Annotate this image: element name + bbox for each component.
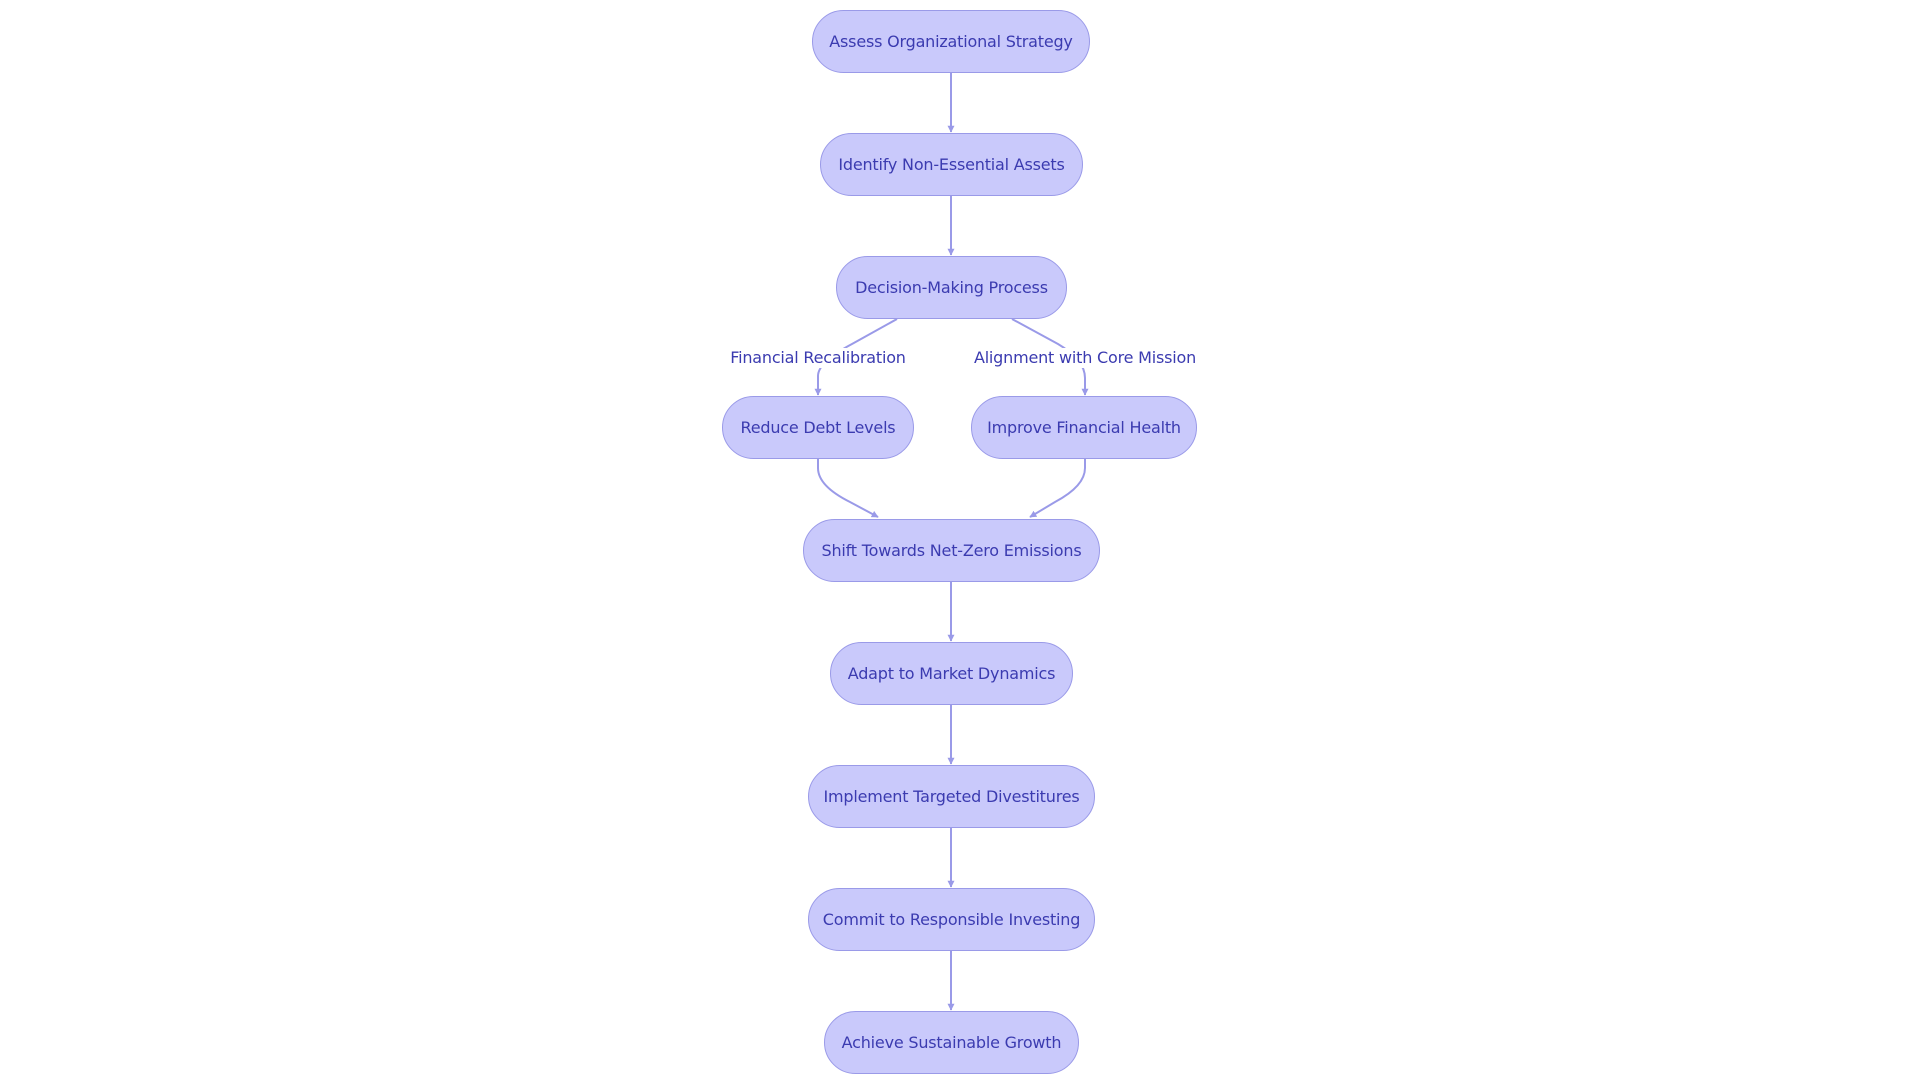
- node-improve-financial-health[interactable]: Improve Financial Health: [971, 396, 1197, 459]
- edge-reduce-shift: [817, 459, 879, 518]
- node-identify-non-essential-assets[interactable]: Identify Non-Essential Assets: [820, 133, 1083, 196]
- node-decision-making-process[interactable]: Decision-Making Process: [836, 256, 1067, 319]
- edge-label-financial-recalibration: Financial Recalibration: [728, 348, 908, 368]
- edge-label-alignment-with-core-mission: Alignment with Core Mission: [971, 348, 1199, 368]
- node-shift-towards-net-zero[interactable]: Shift Towards Net-Zero Emissions: [803, 519, 1100, 582]
- node-reduce-debt-levels[interactable]: Reduce Debt Levels: [722, 396, 914, 459]
- node-commit-to-responsible-investing[interactable]: Commit to Responsible Investing: [808, 888, 1095, 951]
- node-assess-organizational-strategy[interactable]: Assess Organizational Strategy: [812, 10, 1090, 73]
- flowchart-diagram: Assess Organizational Strategy Identify …: [0, 0, 1920, 1080]
- node-achieve-sustainable-growth[interactable]: Achieve Sustainable Growth: [824, 1011, 1079, 1074]
- node-adapt-to-market-dynamics[interactable]: Adapt to Market Dynamics: [830, 642, 1073, 705]
- node-implement-targeted-divestitures[interactable]: Implement Targeted Divestitures: [808, 765, 1095, 828]
- edge-improve-shift: [1029, 459, 1086, 518]
